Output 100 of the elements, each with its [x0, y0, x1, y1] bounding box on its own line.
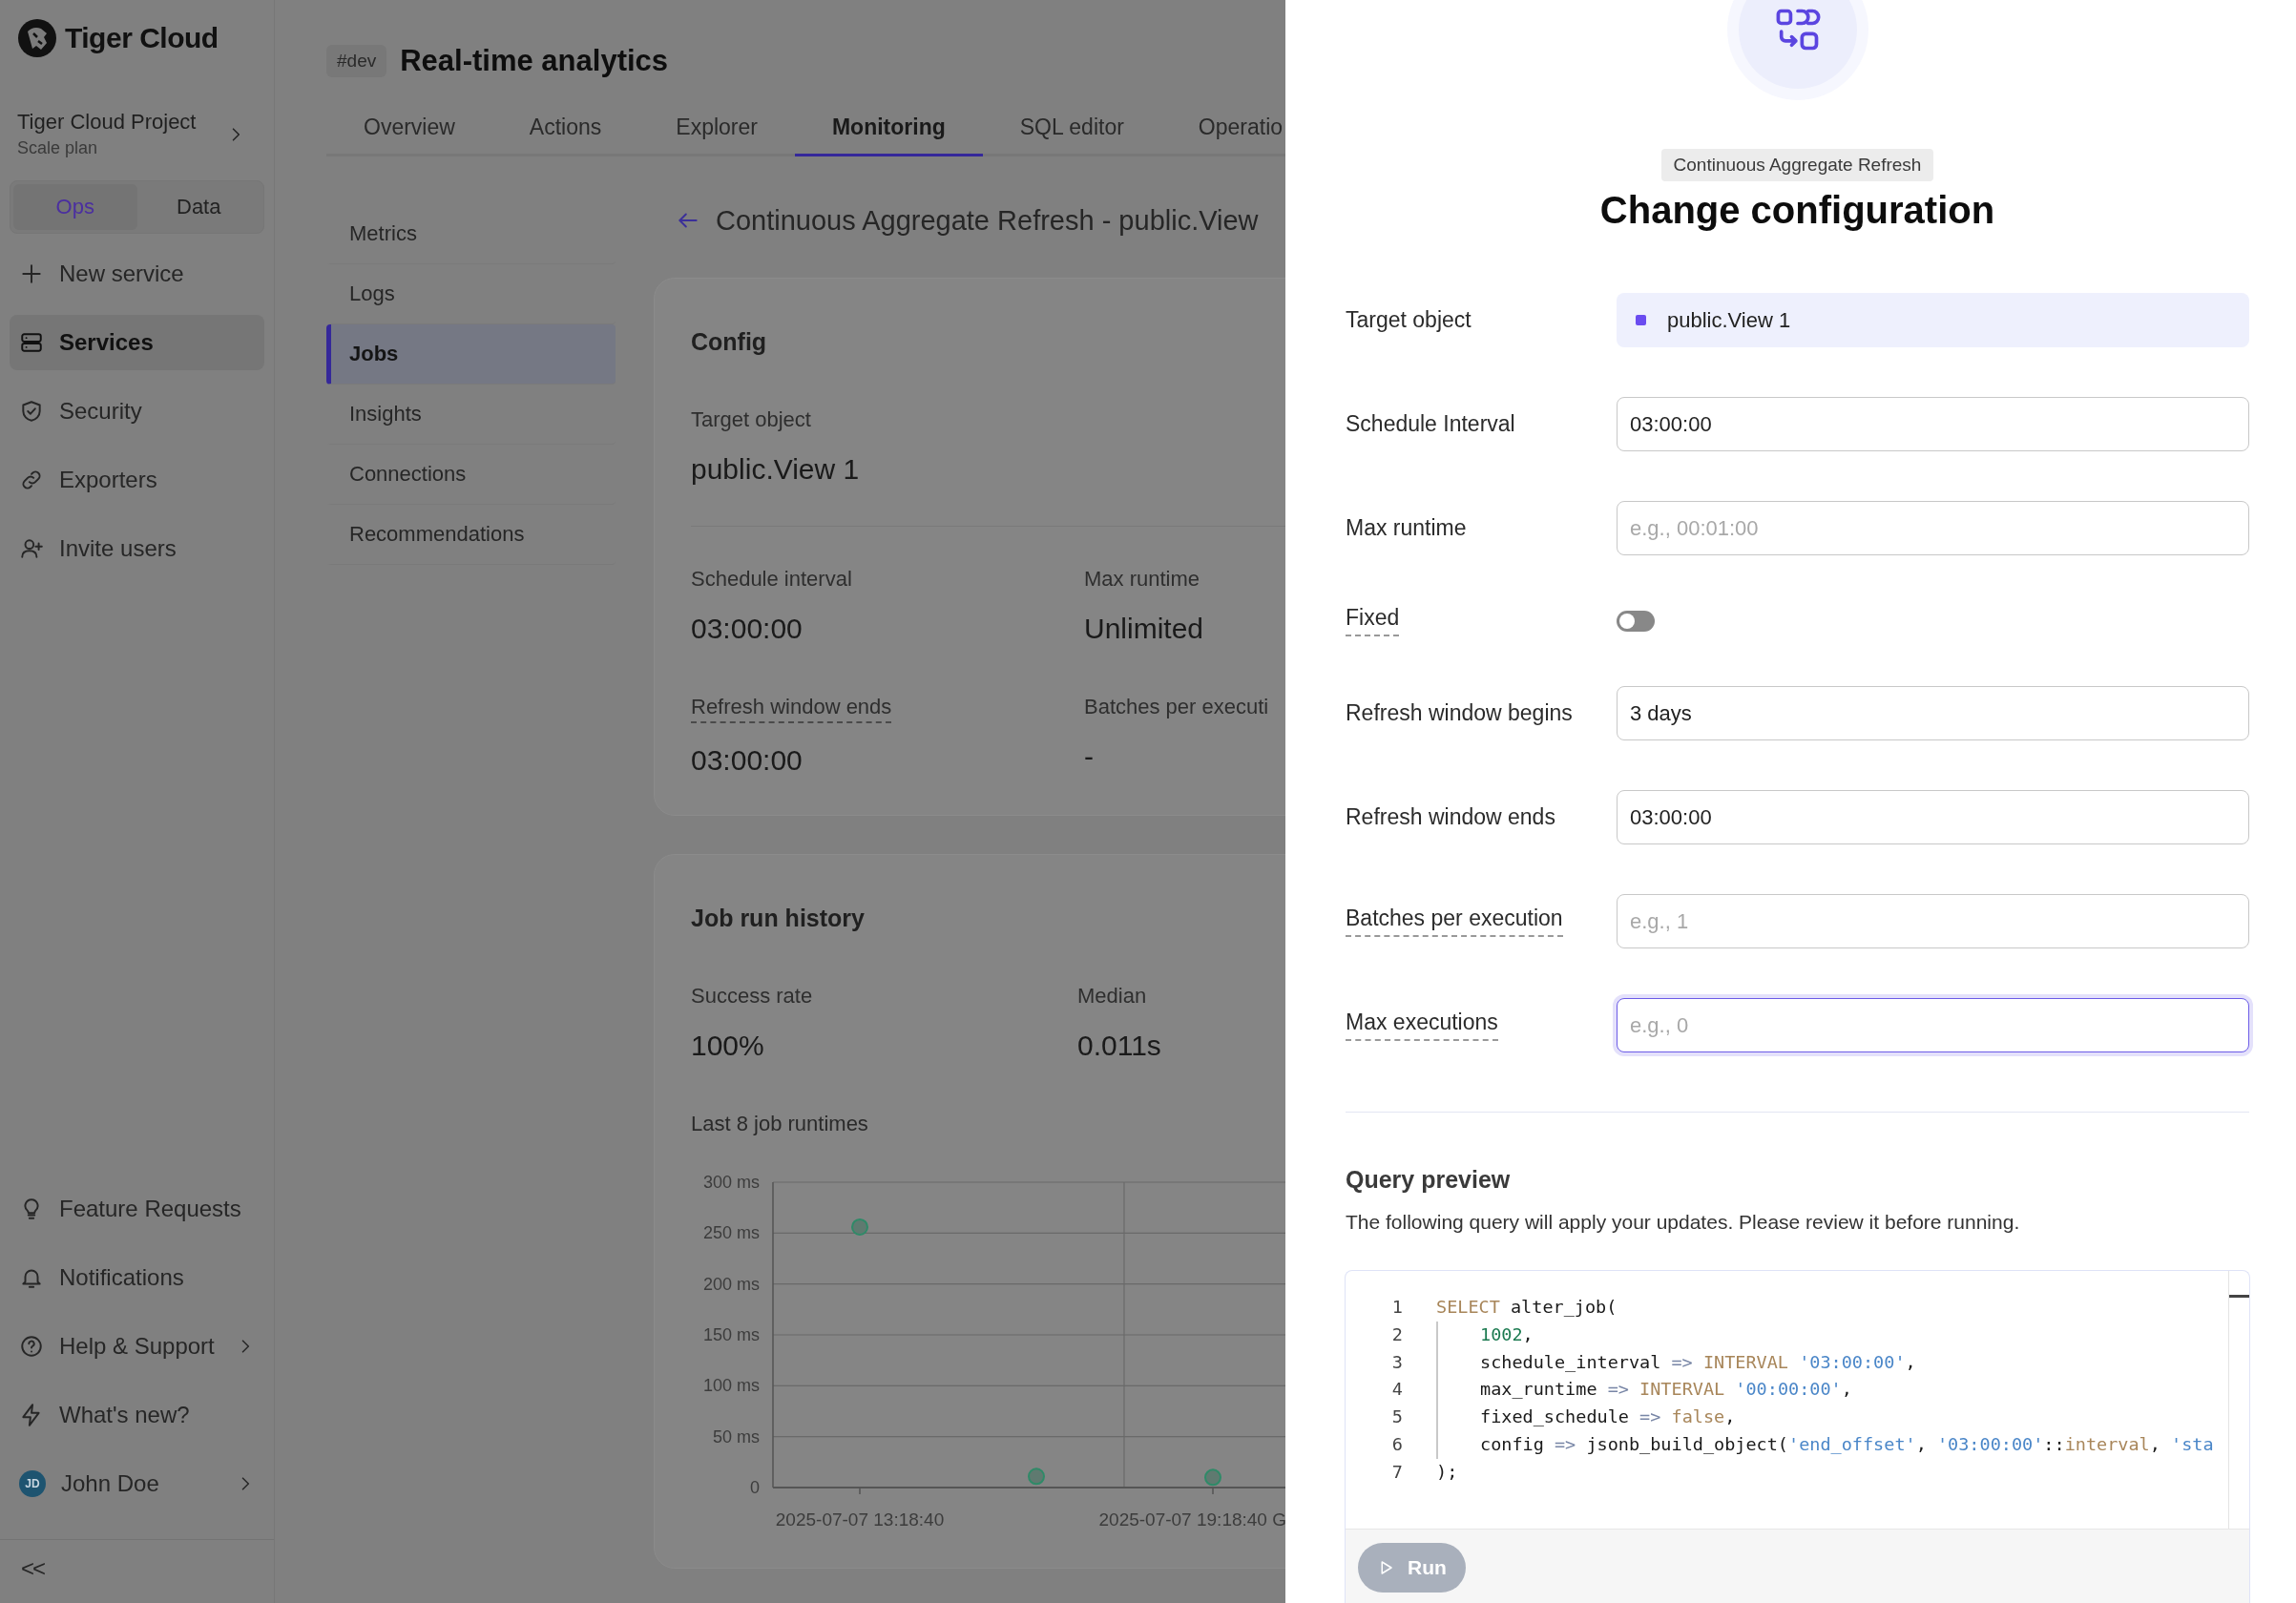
nav-item[interactable]: Notifications [10, 1250, 264, 1305]
x-tick-label: 2025-07-07 13:18:40 [775, 1509, 945, 1530]
card-title: Config [691, 328, 768, 356]
toggle-switch[interactable] [1617, 610, 1655, 632]
line-number: 5 [1390, 1405, 1404, 1429]
field-value: Unlimited [1084, 613, 1204, 645]
data-point [1028, 1468, 1045, 1486]
field-label: Target object [691, 407, 811, 432]
y-tick-label: 0 [750, 1478, 760, 1497]
user-plus-icon [19, 536, 44, 561]
nav-item[interactable]: Help & Support [10, 1319, 264, 1374]
line-number: 1 [1390, 1296, 1404, 1319]
nav-item[interactable]: Services [10, 315, 264, 370]
shield-check-icon [19, 399, 44, 424]
avatar: JD [19, 1470, 46, 1497]
field-label: Refresh window ends [691, 695, 892, 723]
plan-label: Scale plan [17, 138, 99, 158]
field-label: Schedule Interval [1346, 411, 1515, 437]
tab[interactable]: Operatio [1160, 105, 1285, 156]
field-label: Target object [1346, 307, 1472, 333]
line-number: 6 [1390, 1433, 1404, 1456]
nav-item[interactable]: New service [10, 246, 264, 302]
field-value: - [1084, 740, 1094, 773]
project-name: Tiger Cloud Project [17, 110, 197, 135]
code-line: max_runtime => INTERVAL '00:00:00', [1479, 1378, 1852, 1402]
stat-label: Median [1077, 984, 1147, 1009]
field-value: 03:00:00 [691, 744, 803, 777]
field-label: Refresh window begins [1346, 700, 1573, 726]
card-title: Job run history [691, 905, 866, 932]
collapse-button[interactable]: << [13, 1551, 52, 1586]
nav-item[interactable]: What's new? [10, 1387, 264, 1443]
stat-label: Success rate [691, 984, 813, 1009]
code-line: SELECT alter_job( [1436, 1296, 1618, 1319]
brand-name: Tiger Cloud [65, 22, 219, 54]
data-point [851, 1218, 868, 1236]
field-label: Max executions [1346, 1010, 1498, 1041]
target-object-name: public.View 1 [1667, 307, 1791, 333]
scrollbar[interactable] [2228, 1271, 2249, 1529]
y-tick-label: 300 ms [702, 1173, 760, 1192]
stat-value: 0.011s [1077, 1030, 1161, 1062]
input-field[interactable]: 03:00:00 [1617, 790, 2249, 844]
field-value: 03:00:00 [691, 613, 803, 645]
job-title: Continuous Aggregate Refresh - public.View [716, 204, 1259, 237]
section-description: The following query will apply your updates. Please review it before running. [1346, 1211, 2020, 1234]
y-tick-label: 50 ms [712, 1426, 760, 1447]
field-label: Schedule interval [691, 567, 852, 592]
segment-tab[interactable]: Data [136, 184, 261, 230]
tab[interactable]: SQL editor [982, 105, 1161, 156]
stat-value: 100% [691, 1030, 764, 1062]
nav-item[interactable]: Invite users [10, 521, 264, 576]
help-icon [19, 1334, 44, 1359]
y-tick-label: 250 ms [702, 1223, 760, 1243]
tab[interactable]: Actions [491, 105, 639, 156]
y-tick-label: 100 ms [702, 1376, 760, 1396]
line-number: 2 [1390, 1322, 1404, 1346]
server-icon [19, 330, 44, 355]
segment-tab[interactable]: Ops [13, 184, 137, 230]
code-line: 1002, [1479, 1322, 1534, 1346]
logo-icon[interactable] [17, 18, 57, 58]
field-label: Refresh window ends [1346, 804, 1555, 830]
subnav-item[interactable]: Metrics [326, 204, 616, 264]
x-tick-label: 2025-07-07 19:18:40 G [1098, 1509, 1285, 1530]
panel-title: Change configuration [1599, 189, 1995, 232]
subnav-item[interactable]: Connections [326, 445, 616, 505]
line-number: 4 [1390, 1378, 1404, 1402]
subnav-item[interactable]: Recommendations [326, 505, 616, 565]
job-type-tag: Continuous Aggregate Refresh [1660, 149, 1934, 181]
line-number: 3 [1390, 1350, 1404, 1374]
input-field[interactable]: 03:00:00 [1617, 397, 2249, 451]
service-title: Real-time analytics [400, 44, 669, 78]
nav-item[interactable]: Exporters [10, 452, 264, 508]
field-label: Max runtime [1346, 515, 1467, 541]
field-value: public.View 1 [691, 453, 861, 486]
code-line: fixed_schedule => false, [1479, 1405, 1736, 1429]
subnav-item[interactable]: Insights [326, 385, 616, 445]
field-label: Batches per executi [1084, 695, 1269, 719]
input-field[interactable]: 3 days [1617, 686, 2249, 740]
field-label: Batches per execution [1346, 906, 1563, 937]
project-switcher[interactable]: Tiger Cloud Project Scale plan [17, 110, 264, 158]
nav-item[interactable]: Feature Requests [10, 1181, 264, 1237]
line-number: 7 [1390, 1460, 1404, 1484]
field-label: Max runtime [1084, 567, 1200, 592]
nav-item[interactable]: JD John Doe [10, 1456, 264, 1511]
code-line: ); [1436, 1460, 1458, 1484]
chart-title: Last 8 job runtimes [691, 1112, 869, 1136]
subnav-item[interactable]: Jobs [326, 324, 616, 385]
code-line: config => jsonb_build_object('end_offset', '03:00:00'::interval, 'sta [1479, 1433, 2214, 1456]
y-tick-label: 200 ms [702, 1274, 760, 1294]
tab[interactable]: Overview [326, 105, 492, 156]
y-tick-label: 150 ms [702, 1325, 760, 1344]
nav-item[interactable]: Security [10, 384, 264, 439]
input-field[interactable]: e.g., 1 [1617, 894, 2249, 948]
section-title: Query preview [1346, 1166, 1511, 1194]
field-label: Fixed [1346, 605, 1400, 636]
input-field[interactable]: e.g., 0 [1617, 998, 2249, 1052]
environment-tag: #dev [326, 45, 387, 77]
input-field[interactable]: e.g., 00:01:00 [1617, 501, 2249, 555]
code-line: schedule_interval => INTERVAL '03:00:00', [1479, 1350, 1916, 1374]
tab[interactable]: Explorer [638, 105, 795, 156]
tab[interactable]: Monitoring [794, 105, 983, 156]
